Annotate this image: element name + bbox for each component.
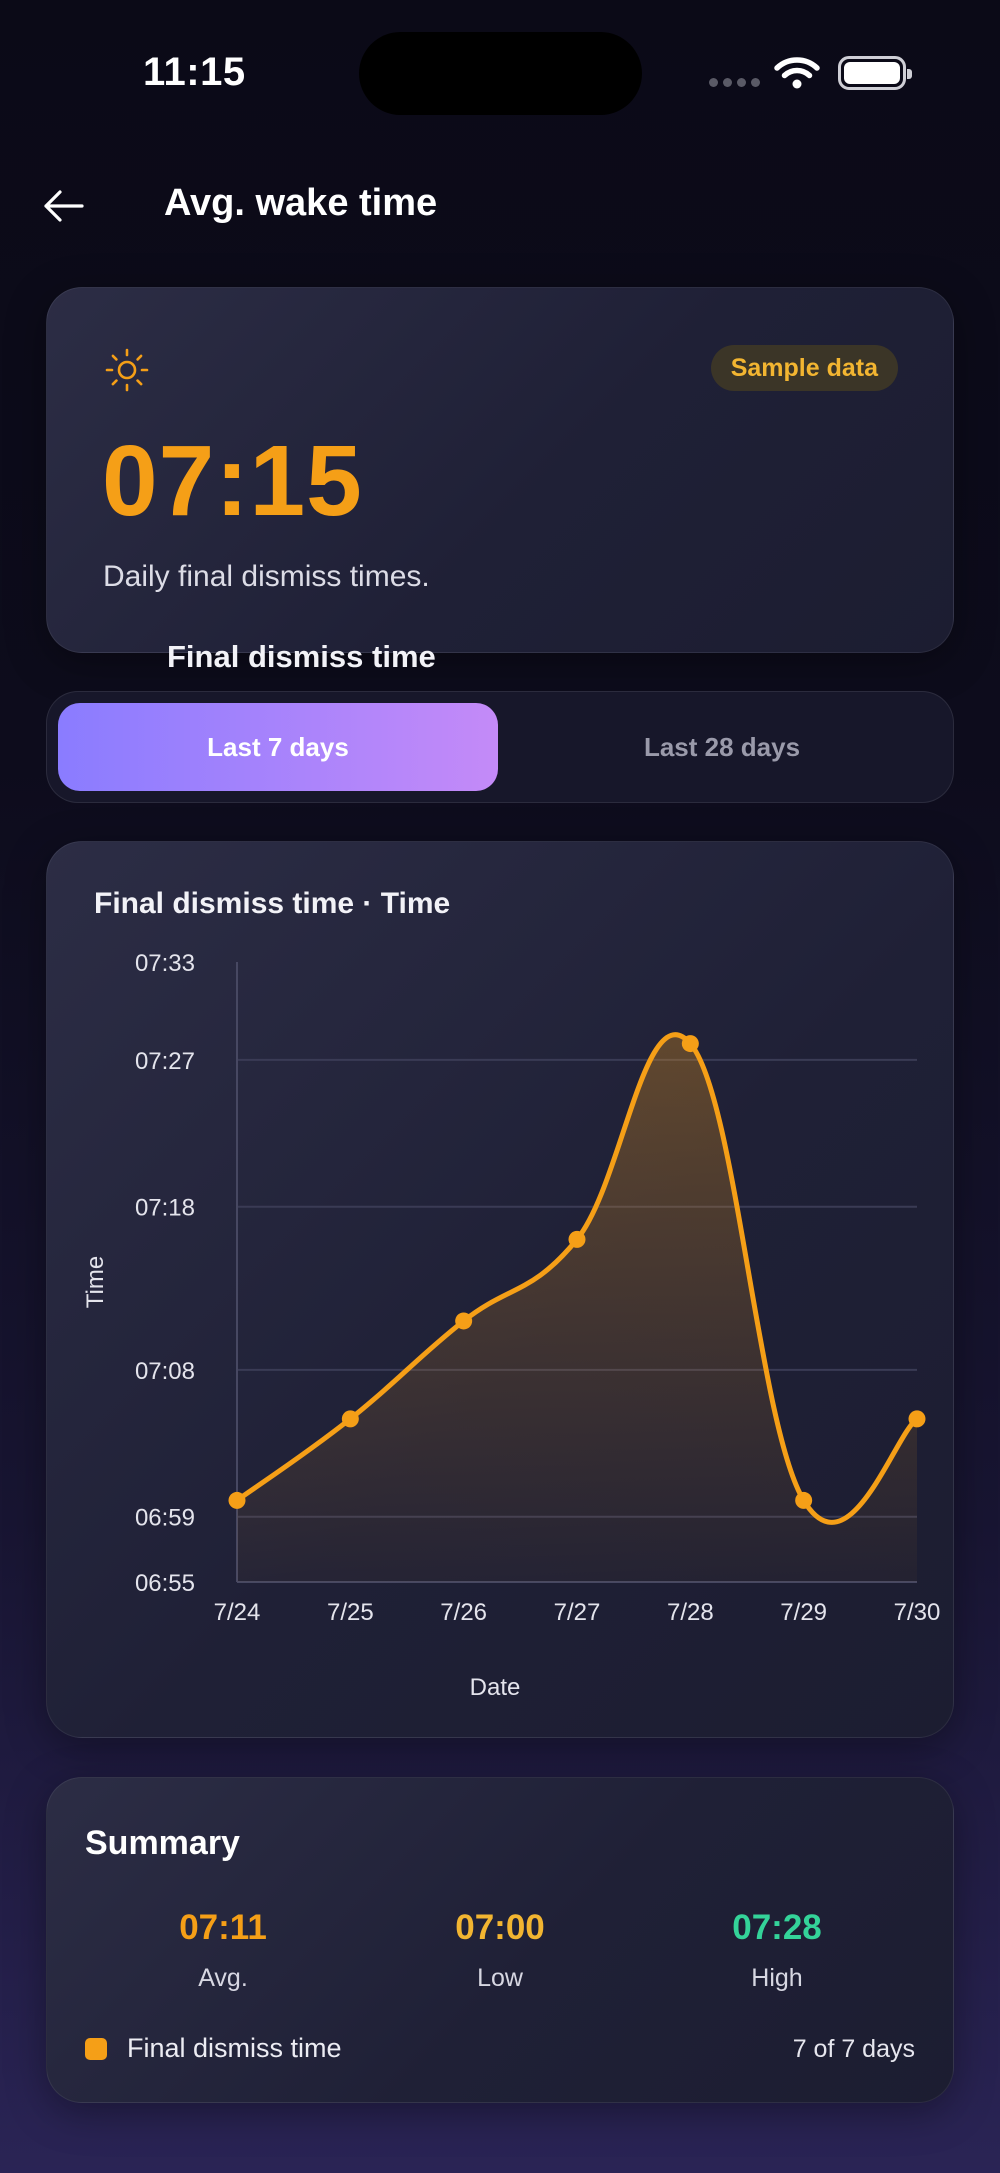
data-point <box>681 1035 699 1053</box>
stat-high-label: High <box>751 1964 803 1992</box>
summary-card: Summary 07:11 Avg. 07:00 Low 07:28 High … <box>46 1777 954 2103</box>
y-tick-label: 07:08 <box>135 1358 195 1385</box>
y-tick-label: 07:18 <box>135 1195 195 1222</box>
back-button[interactable] <box>40 182 88 230</box>
days-count: 7 of 7 days <box>792 2035 915 2063</box>
range-segmented-control: Last 7 days Last 28 days <box>46 691 954 803</box>
stat-avg-value: 07:11 <box>179 1908 267 1947</box>
data-point <box>568 1230 586 1248</box>
y-axis-title: Time <box>82 1256 109 1308</box>
x-tick-label: 7/24 <box>214 1599 261 1626</box>
x-tick-label: 7/29 <box>780 1599 827 1626</box>
y-tick-label: 06:59 <box>135 1505 195 1532</box>
summary-title: Summary <box>85 1824 240 1862</box>
stat-low-value: 07:00 <box>455 1908 545 1947</box>
stat-low-label: Low <box>477 1964 523 1992</box>
page-title: Avg. wake time <box>164 182 438 224</box>
y-tick-label: 06:55 <box>135 1570 195 1597</box>
series-area <box>237 1034 917 1582</box>
hero-value: 07:15 <box>102 425 363 537</box>
legend-label: Final dismiss time <box>127 2033 342 2063</box>
final-dismiss-card: Final dismiss time Sample data 07:15 Dai… <box>46 287 954 674</box>
y-tick-label: 07:33 <box>135 950 195 977</box>
tab-last-7-days[interactable]: Last 7 days <box>58 703 498 791</box>
dynamic-island <box>359 32 642 115</box>
legend-swatch <box>85 2037 107 2060</box>
stat-low: 07:00 Low <box>390 1908 610 1993</box>
x-axis-title: Date <box>470 1674 521 1701</box>
hero-description: Daily final dismiss times. <box>103 560 430 593</box>
sun-icon <box>105 348 149 392</box>
cellular-signal-icon <box>709 78 760 87</box>
stat-high-value: 07:28 <box>732 1908 822 1947</box>
data-point <box>795 1491 813 1509</box>
hero-label: Final dismiss time <box>167 639 436 674</box>
stat-avg-label: Avg. <box>198 1964 248 1992</box>
x-tick-label: 7/28 <box>667 1599 714 1626</box>
stat-avg: 07:11 Avg. <box>113 1908 333 1993</box>
x-tick-label: 7/27 <box>554 1599 601 1626</box>
data-point <box>228 1491 246 1509</box>
x-tick-label: 7/30 <box>894 1599 941 1626</box>
x-tick-label: 7/25 <box>327 1599 374 1626</box>
data-point <box>908 1410 926 1428</box>
wifi-icon <box>774 56 820 95</box>
arrow-left-icon <box>44 190 84 222</box>
chart-card: Final dismiss time · Time 07:33 07:27 07:1… <box>46 841 954 1738</box>
line-chart: 07:33 07:27 07:18 07:08 06:59 06:55 7/24 7/25 7/… <box>82 950 941 1701</box>
y-tick-label: 07:27 <box>135 1048 195 1075</box>
battery-icon <box>838 56 912 90</box>
x-tick-label: 7/26 <box>440 1599 487 1626</box>
tab-last-28-days[interactable]: Last 28 days <box>502 703 942 791</box>
data-point <box>455 1312 473 1330</box>
sample-data-badge: Sample data <box>710 345 898 391</box>
stat-high: 07:28 High <box>667 1908 887 1993</box>
legend: Final dismiss time <box>85 2033 342 2064</box>
status-time: 11:15 <box>143 50 246 94</box>
data-point <box>341 1410 359 1428</box>
